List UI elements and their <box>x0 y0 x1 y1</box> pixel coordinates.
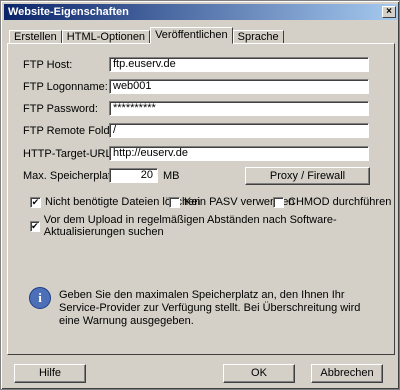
chmod-checkbox[interactable]: CHMOD durchführen <box>273 196 391 208</box>
tab-html-optionen[interactable]: HTML-Optionen <box>61 30 151 44</box>
title-bar: Website-Eigenschaften × <box>4 4 398 20</box>
close-button[interactable]: × <box>382 6 396 18</box>
ftp-password-label: FTP Password: <box>23 103 98 115</box>
checkbox-empty-icon <box>273 196 284 208</box>
properties-dialog: Website-Eigenschaften × Erstellen HTML-O… <box>0 0 400 390</box>
chmod-label: CHMOD durchführen <box>288 196 392 208</box>
checkbox-empty-icon <box>169 196 180 208</box>
help-button[interactable]: Hilfe <box>14 364 86 383</box>
http-target-label: HTTP-Target-URL: <box>23 148 115 160</box>
ftp-host-input[interactable]: ftp.euserv.de <box>109 57 369 72</box>
info-icon: i <box>29 287 51 309</box>
http-target-input[interactable]: http://euserv.de <box>109 146 369 161</box>
ftp-login-input[interactable]: web001 <box>109 79 369 94</box>
ftp-password-input[interactable]: ********** <box>109 101 369 116</box>
update-check-label: Vor dem Upload in regelmäßigen Abständen… <box>43 214 337 238</box>
max-space-input[interactable]: 20 <box>109 168 158 183</box>
ftp-host-label: FTP Host: <box>23 59 73 71</box>
max-space-unit: MB <box>163 170 180 182</box>
ftp-login-label: FTP Logonname: <box>23 81 108 93</box>
tab-bar: Erstellen HTML-Optionen Veröffentlichen … <box>9 27 284 44</box>
ftp-remote-folder-input[interactable]: / <box>109 123 369 138</box>
info-text: Geben Sie den maximalen Speicherplatz an… <box>59 289 361 327</box>
update-check-checkbox[interactable]: ✔ Vor dem Upload in regelmäßigen Abständ… <box>30 214 399 238</box>
proxy-firewall-button[interactable]: Proxy / Firewall <box>245 167 370 185</box>
tab-veroeffentlichen[interactable]: Veröffentlichen <box>150 27 233 44</box>
max-space-label: Max. Speicherplatz: <box>23 170 120 182</box>
cancel-button[interactable]: Abbrechen <box>311 364 383 383</box>
check-mark-icon: ✔ <box>30 196 41 208</box>
check-mark-icon: ✔ <box>30 220 40 232</box>
window-title: Website-Eigenschaften <box>8 6 129 18</box>
ok-button[interactable]: OK <box>223 364 295 383</box>
ftp-remote-folder-label: FTP Remote Folder: <box>23 125 123 137</box>
tab-sprache[interactable]: Sprache <box>232 30 284 44</box>
tab-erstellen[interactable]: Erstellen <box>9 30 62 44</box>
